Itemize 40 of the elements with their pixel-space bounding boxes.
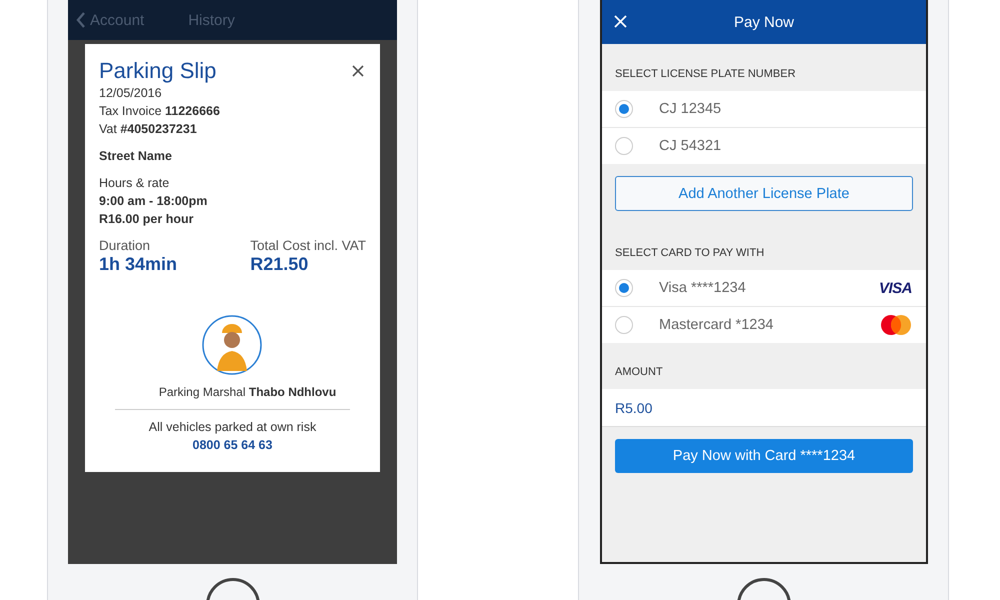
total-label: Total Cost incl. VAT — [250, 238, 366, 253]
card-name: Visa ****1234 — [659, 280, 747, 296]
section-label: SELECT LICENSE PLATE NUMBER — [614, 67, 797, 82]
card-option[interactable]: Mastercard *1234 — [602, 307, 926, 343]
vat-number: Vat #4050237231 — [99, 121, 198, 138]
phone-number-link[interactable]: 0800 65 64 63 — [192, 438, 272, 452]
marshal-name: Parking Marshal Thabo Ndhlovu — [158, 385, 338, 399]
card-option[interactable]: Visa ****1234 VISA — [602, 270, 926, 307]
plate-option[interactable]: CJ 12345 — [602, 91, 926, 128]
section-label: AMOUNT — [614, 365, 664, 380]
hours-label: Hours & rate — [99, 175, 170, 192]
add-plate-button[interactable]: Add Another License Plate — [615, 176, 913, 211]
close-button[interactable] — [350, 63, 366, 79]
tax-invoice: Tax Invoice 11226666 — [99, 103, 221, 120]
header-title: Pay Now — [734, 14, 794, 30]
card-brand-logo: VISA — [878, 280, 912, 296]
avatar-silhouette-icon — [202, 315, 264, 377]
plate-number: CJ 12345 — [659, 101, 722, 117]
hours-value: 9:00 am - 18:00pm — [99, 193, 208, 210]
close-button[interactable] — [614, 15, 627, 28]
chevron-left-icon — [76, 12, 86, 28]
radio-button[interactable] — [615, 100, 633, 118]
duration-value: 1h 34min — [99, 254, 178, 275]
pay-button[interactable]: Pay Now with Card ****1234 — [615, 439, 913, 473]
card-name: Mastercard *1234 — [659, 317, 774, 333]
section-label: SELECT CARD TO PAY WITH — [614, 246, 766, 261]
slip-title: Parking Slip — [99, 58, 216, 84]
total-value: R21.50 — [250, 254, 310, 275]
rate-value: R16.00 per hour — [99, 211, 194, 228]
street-name: Street Name — [99, 148, 173, 165]
nav-title: History — [188, 12, 235, 28]
plate-option[interactable]: CJ 54321 — [602, 128, 926, 164]
plate-number: CJ 54321 — [659, 138, 722, 154]
radio-button[interactable] — [615, 316, 633, 334]
disclaimer-text: All vehicles parked at own risk — [148, 420, 318, 434]
radio-button[interactable] — [615, 279, 633, 297]
duration-label: Duration — [99, 238, 152, 253]
slip-date: 12/05/2016 — [99, 85, 163, 102]
radio-button[interactable] — [615, 137, 633, 155]
card-logo-icon — [880, 314, 912, 336]
